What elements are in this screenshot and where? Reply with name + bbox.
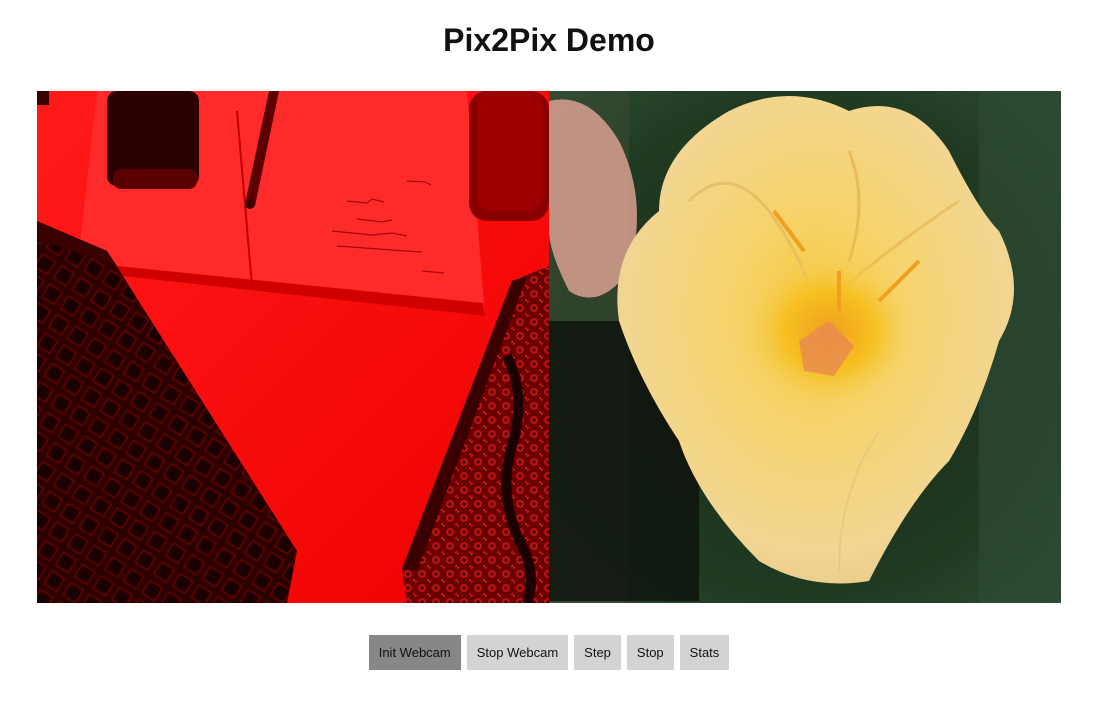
control-bar: Init Webcam Stop Webcam Step Stop Stats xyxy=(0,635,1098,670)
generated-flower-image xyxy=(549,91,1061,603)
page: Pix2Pix Demo Init Webcam Stop Webcam Ste… xyxy=(0,0,1102,717)
input-canvas xyxy=(37,91,549,603)
canvas-row xyxy=(37,91,1061,603)
step-button[interactable]: Step xyxy=(574,635,621,670)
page-title: Pix2Pix Demo xyxy=(443,22,655,58)
output-canvas xyxy=(549,91,1061,603)
stop-webcam-button[interactable]: Stop Webcam xyxy=(466,635,569,670)
stop-button[interactable]: Stop xyxy=(626,635,674,670)
init-webcam-button[interactable]: Init Webcam xyxy=(368,635,461,670)
webcam-input-image xyxy=(37,91,549,603)
stats-button[interactable]: Stats xyxy=(679,635,730,670)
